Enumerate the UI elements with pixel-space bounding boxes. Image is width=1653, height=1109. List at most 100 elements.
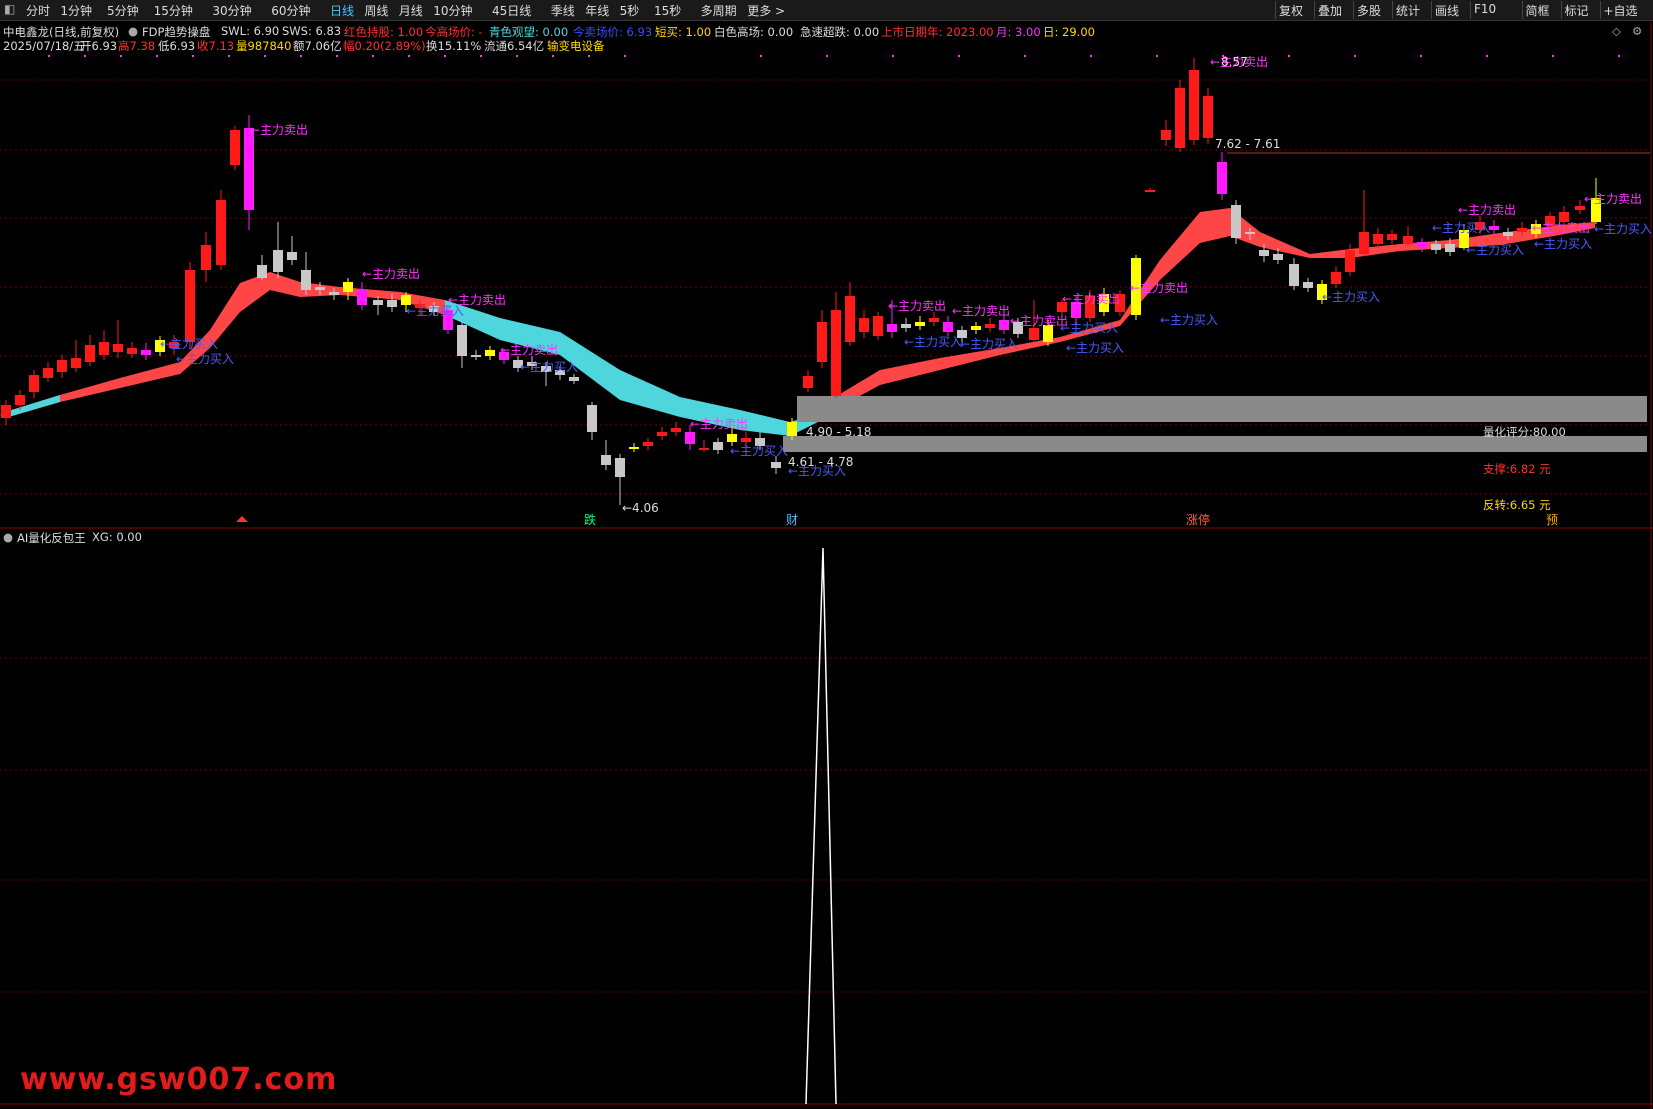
toolbar-button-0[interactable]: +自选 <box>1604 2 1638 19</box>
main-sell-label-13: ←主力卖出 <box>1532 221 1590 235</box>
candle-body <box>1 405 11 418</box>
candle-body <box>357 290 367 305</box>
dot-marker <box>826 55 828 57</box>
marker-die: 跌 <box>584 512 596 527</box>
dot-marker <box>300 55 302 57</box>
support-label: 支撑:6.82 元 <box>1483 462 1551 476</box>
dot-marker <box>120 55 122 57</box>
gear-icon[interactable]: ⚙ <box>1632 24 1642 38</box>
diamond-icon[interactable]: ◇ <box>1612 24 1621 38</box>
main-sell-label-3: ←主力卖出 <box>500 343 558 357</box>
candle-body <box>329 292 339 295</box>
candle-body <box>85 345 95 362</box>
period-tab-9[interactable]: 10分钟 <box>433 2 472 19</box>
quote-close: 收7.13 <box>197 39 235 53</box>
dot-marker <box>1618 55 1620 57</box>
candle-body <box>201 245 211 270</box>
candle-body <box>244 128 254 210</box>
main-buy-label-4: ←主力买入 <box>730 444 788 458</box>
candle-body <box>216 200 226 265</box>
toolbar-button-1[interactable]: 标记 <box>1565 2 1589 19</box>
candle-body <box>615 458 625 477</box>
period-tab-11[interactable]: 季线 <box>551 2 575 19</box>
candle-body <box>685 432 695 444</box>
candle-body <box>1331 272 1341 284</box>
period-tab-7[interactable]: 周线 <box>364 2 388 19</box>
candle-body <box>1189 70 1199 140</box>
candle-body <box>803 376 813 388</box>
quote-date: 2025/07/18/五 <box>3 39 85 53</box>
main-buy-label-14: ←主力买入 <box>960 337 1018 351</box>
candle-body <box>845 296 855 342</box>
listing-year-value: 上市日期年: 2023.00 <box>881 25 994 39</box>
period-tab-5[interactable]: 60分钟 <box>271 2 310 19</box>
dot-marker <box>1156 55 1158 57</box>
candle-body <box>1575 206 1585 210</box>
sub-panel-xg: XG: 0.00 <box>92 530 142 544</box>
candle-body <box>485 350 495 356</box>
candle-body <box>1431 244 1441 250</box>
indicator-toggle-icon[interactable]: ● <box>128 24 138 38</box>
dot-marker <box>336 55 338 57</box>
short-buy-value: 短买: 1.00 <box>655 25 712 39</box>
main-sell-label-1: ←主力卖出 <box>362 267 420 281</box>
toolbar-button-5[interactable]: 统计 <box>1396 2 1420 19</box>
period-tab-8[interactable]: 月线 <box>399 2 423 19</box>
period-tab-16[interactable]: 更多 > <box>747 2 785 19</box>
period-tab-3[interactable]: 15分钟 <box>154 2 193 19</box>
period-tab-0[interactable]: 分时 <box>26 2 50 19</box>
dot-marker <box>264 55 266 57</box>
sub-panel-title: AI量化反包王 <box>17 531 86 545</box>
period-tab-13[interactable]: 5秒 <box>620 2 640 19</box>
candle-body <box>817 322 827 362</box>
chart-canvas[interactable]: ←主力卖出 ←主力卖出 ←主力卖出 ←主力卖出 ←主力卖出 ←主力卖出 ←主力卖出 ←主力卖出… <box>0 0 1653 1109</box>
dot-marker <box>372 55 374 57</box>
range-low-label: 4.61 - 4.78 <box>788 455 853 469</box>
candle-body <box>999 320 1009 330</box>
dot-marker <box>516 55 518 57</box>
candle-body <box>971 326 981 330</box>
period-tab-15[interactable]: 多周期 <box>701 2 737 19</box>
toolbar-separator <box>1521 1 1523 19</box>
main-buy-label-7: ←主力买入 <box>1160 313 1218 327</box>
dot-marker <box>480 55 482 57</box>
candle-body <box>569 377 579 381</box>
candle-body <box>230 130 240 165</box>
toolbar-button-8[interactable]: 复权 <box>1279 2 1303 19</box>
dot-marker <box>48 55 50 57</box>
panel-toggle-icon[interactable]: ◧ <box>4 2 15 16</box>
candle-body <box>1403 236 1413 244</box>
price-high-label: 8.57 <box>1221 55 1248 69</box>
candle-body <box>301 270 311 290</box>
sub-panel-toggle-icon[interactable]: ● <box>3 530 13 544</box>
toolbar-separator <box>1560 1 1562 19</box>
dot-marker <box>156 55 158 57</box>
candle-body <box>1175 88 1185 148</box>
marker-yu: 预 <box>1546 513 1558 527</box>
period-tab-4[interactable]: 30分钟 <box>212 2 251 19</box>
toolbar-button-2[interactable]: 简框 <box>1526 2 1550 19</box>
quote-low: 低6.93 <box>158 39 196 53</box>
candle-body <box>1373 234 1383 244</box>
period-tab-6[interactable]: 日线 <box>330 2 354 19</box>
ribbon-up-1 <box>5 272 445 418</box>
candle-body <box>587 405 597 432</box>
quote-volume: 量987840 <box>236 39 292 53</box>
period-tab-10[interactable]: 45日线 <box>492 2 531 19</box>
candle-body <box>1345 250 1355 272</box>
period-tab-1[interactable]: 1分钟 <box>60 2 92 19</box>
period-tab-2[interactable]: 5分钟 <box>107 2 139 19</box>
toolbar-button-7[interactable]: 叠加 <box>1318 2 1342 19</box>
dot-marker <box>1420 55 1422 57</box>
period-tab-14[interactable]: 15秒 <box>654 2 681 19</box>
toolbar-button-4[interactable]: 画线 <box>1435 2 1459 19</box>
candle-body <box>699 448 709 450</box>
toolbar-separator <box>1353 1 1354 19</box>
dot-marker <box>1288 55 1290 57</box>
toolbar-button-3[interactable]: F10 <box>1474 2 1496 16</box>
period-tab-12[interactable]: 年线 <box>585 2 609 19</box>
dot-marker <box>1552 55 1554 57</box>
dot-marker <box>588 55 590 57</box>
toolbar-button-6[interactable]: 多股 <box>1357 2 1381 19</box>
dot-marker <box>444 55 446 57</box>
